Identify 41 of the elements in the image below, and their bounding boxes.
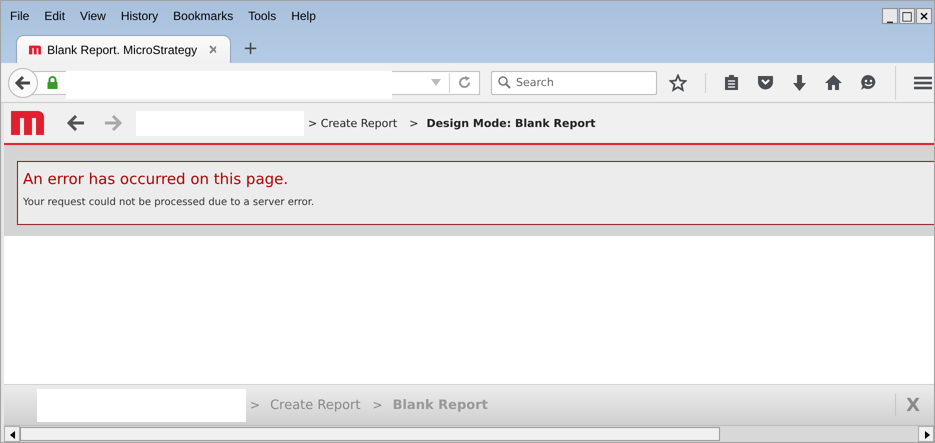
horizontal-scrollbar[interactable] — [4, 425, 934, 442]
error-message: Your request could not be processed due to a server error. — [23, 197, 316, 208]
clipboard-icon[interactable] — [724, 74, 739, 91]
reload-icon[interactable] — [458, 76, 471, 89]
lock-icon — [47, 76, 58, 89]
search-field[interactable]: Search — [491, 70, 657, 94]
menu-item[interactable]: View — [80, 9, 106, 23]
error-title: An error has occurred on this page. — [23, 170, 290, 188]
menu-item[interactable]: Help — [291, 9, 316, 23]
smiley-icon[interactable] — [860, 74, 877, 91]
home-icon[interactable] — [825, 75, 842, 90]
scroll-right-icon[interactable] — [918, 426, 934, 442]
new-tab-button[interactable]: + — [243, 39, 258, 59]
menu-item[interactable]: File — [10, 9, 30, 23]
menu-item[interactable]: Bookmarks — [173, 9, 234, 23]
scrollbar-thumb[interactable] — [20, 427, 720, 441]
back-button[interactable] — [8, 68, 38, 98]
tab-title: Blank Report. MicroStrategy — [47, 42, 198, 56]
browser-tab[interactable]: Blank Report. MicroStrategy — [16, 35, 231, 63]
breadcrumb[interactable]: > — [402, 116, 418, 130]
breadcrumb-separator: > — [372, 398, 383, 412]
close-button[interactable]: × — [916, 8, 932, 24]
back-arrow-icon[interactable] — [15, 76, 31, 90]
menu-icon[interactable] — [914, 76, 932, 90]
logo-icon — [11, 111, 44, 135]
menu-item[interactable]: Edit — [44, 9, 66, 23]
logo-icon — [29, 44, 42, 56]
scroll-left-icon[interactable] — [4, 426, 20, 442]
breadcrumb-current: Blank Report — [392, 398, 488, 412]
star-icon[interactable] — [669, 74, 687, 92]
breadcrumb-separator: > — [250, 398, 260, 412]
page-title: Design Mode: Blank Report — [426, 116, 596, 130]
pocket-icon[interactable] — [757, 75, 774, 90]
back-arrow-icon[interactable] — [67, 115, 85, 131]
minimize-button[interactable]: _ — [882, 8, 898, 24]
download-icon[interactable] — [792, 74, 807, 90]
menu-item[interactable]: History — [120, 9, 158, 23]
breadcrumb[interactable]: > Create Report — [308, 116, 398, 130]
close-icon[interactable] — [209, 45, 216, 54]
maximize-button[interactable]: □ — [899, 8, 915, 24]
menu-item[interactable]: Tools — [248, 9, 276, 23]
